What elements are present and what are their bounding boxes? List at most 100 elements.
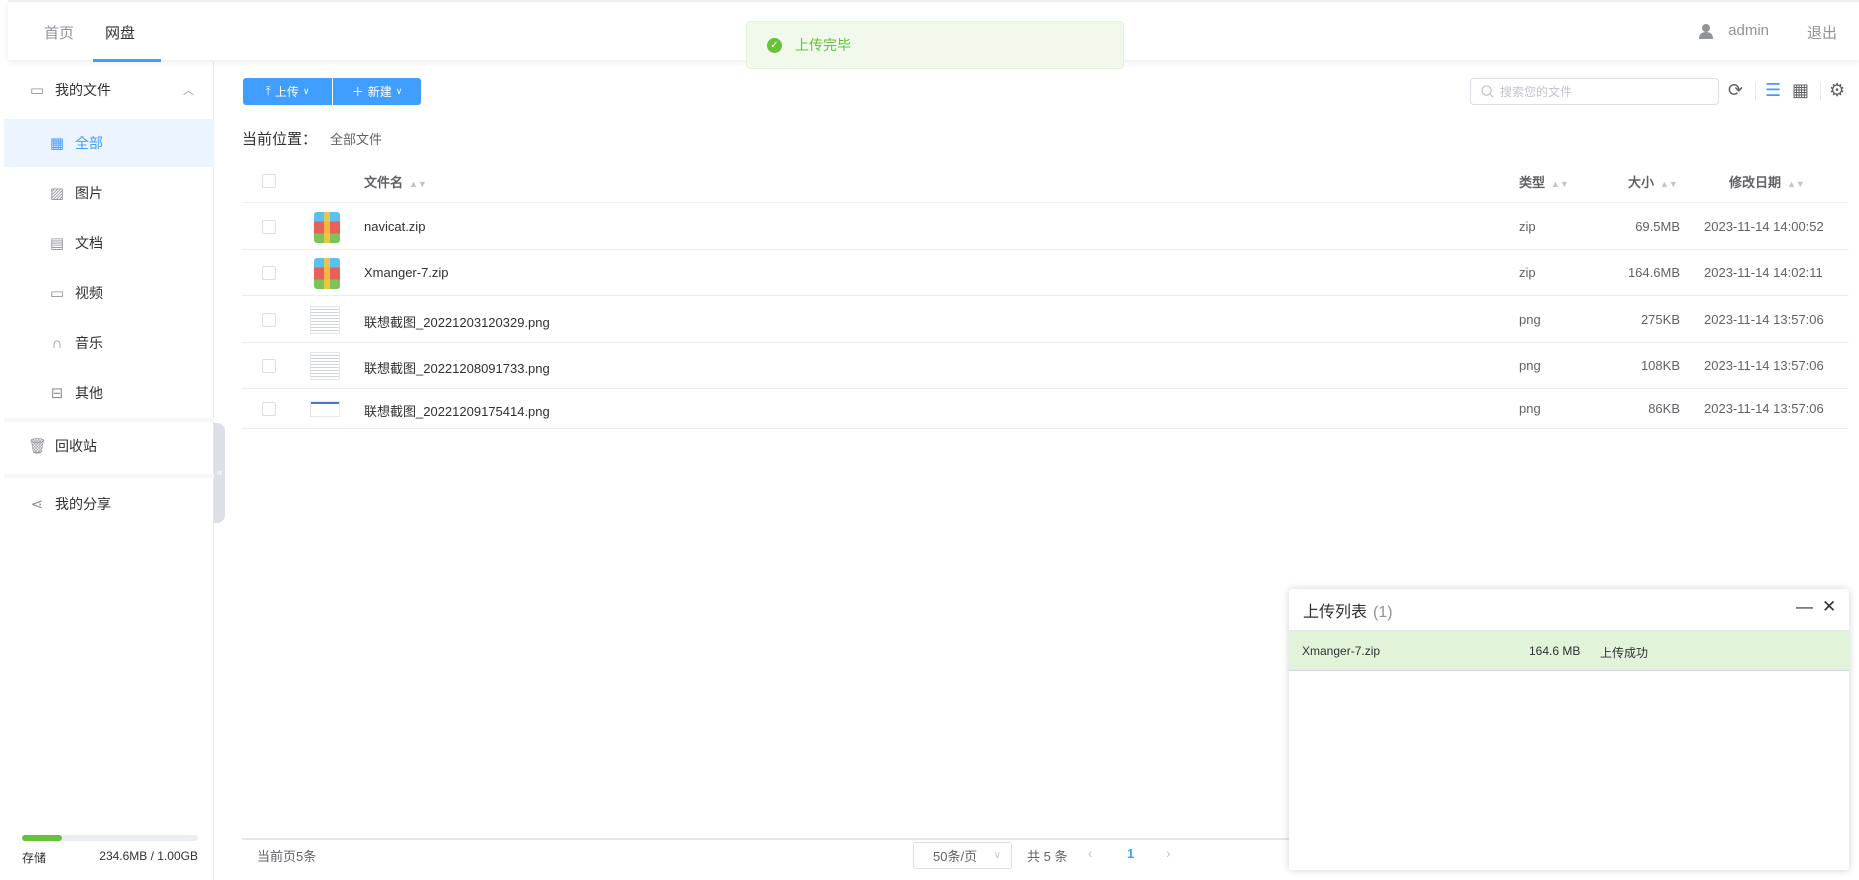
sidebar-item-all[interactable]: ▦ 全部 [4,119,214,167]
sidebar-item-music[interactable]: ∩ 音乐 [4,319,214,367]
file-size: 108KB [1640,358,1680,373]
active-tab-indicator [93,59,161,62]
upload-count: (1) [1373,604,1393,621]
sidebar-collapse-handle[interactable]: « [214,423,225,523]
column-header-size[interactable]: 大小 ▲▼ [1628,172,1678,191]
sidebar-group-label: 我的文件 [55,82,111,98]
sidebar-item-my-share[interactable]: ⋖ 我的分享 [4,480,214,528]
file-name[interactable]: navicat.zip [364,219,425,234]
folder-icon: ▭ [29,82,45,99]
sidebar-item-label: 全部 [75,135,103,151]
sort-icon: ▲▼ [409,179,427,189]
sidebar-item-images[interactable]: ▨ 图片 [4,169,214,217]
file-date: 2023-11-14 13:57:06 [1704,401,1824,416]
storage-label: 存储 [22,851,47,865]
file-size: 275KB [1640,311,1680,327]
search-icon [1481,85,1494,98]
image-thumbnail [310,352,340,380]
close-icon[interactable]: ✕ [1822,597,1836,617]
page-size-value: 50条/页 [933,849,978,864]
search-box[interactable] [1470,78,1719,105]
toast-message: 上传完毕 [795,37,851,53]
breadcrumb-all-files[interactable]: 全部文件 [330,129,382,148]
sidebar: ▭ 我的文件 ︿ ▦ 全部 ▨ 图片 ▤ 文档 ▭ 视频 ∩ 音乐 ⊟ 其他 🗑︎ 回收站 ⋖… [4,62,214,880]
trash-icon: 🗑︎ [28,438,48,455]
select-all-checkbox[interactable] [262,174,276,188]
sort-icon: ▲▼ [1551,179,1569,189]
new-button[interactable]: ＋新建 ∨ [333,78,421,105]
row-checkbox[interactable] [262,312,276,327]
sidebar-group-my-files[interactable]: ▭ 我的文件 ︿ [4,66,214,114]
sidebar-item-label: 其他 [75,385,103,401]
sidebar-item-other[interactable]: ⊟ 其他 [4,369,214,417]
row-checkbox[interactable] [262,266,276,280]
file-date: 2023-11-14 13:57:06 [1704,311,1824,327]
page-number-1[interactable]: 1 [1127,846,1134,861]
row-checkbox[interactable] [262,402,276,416]
file-name[interactable]: Xmanger-7.zip [364,265,449,280]
file-type: zip [1519,265,1536,280]
upload-item-name: Xmanger-7.zip [1302,644,1381,658]
divider [4,474,214,478]
storage-progress-bar [22,835,198,841]
row-checkbox[interactable] [262,219,276,234]
file-name[interactable]: 联想截图_20221209175414.png [364,401,550,420]
chevron-down-icon: ∨ [302,86,310,96]
document-icon: ▤ [49,235,65,252]
column-header-date[interactable]: 修改日期 ▲▼ [1729,172,1805,191]
share-icon: ⋖ [30,496,44,513]
file-date: 2023-11-14 14:02:11 [1704,265,1823,280]
divider [1755,82,1756,100]
check-circle-icon: ✓ [767,37,782,53]
upload-item: Xmanger-7.zip 164.6 MB 上传成功 [1289,630,1849,671]
search-input[interactable] [1500,84,1700,99]
upload-list-panel: 上传列表 (1) — ✕ Xmanger-7.zip 164.6 MB 上传成功 [1289,589,1849,870]
sidebar-item-label: 图片 [75,185,103,201]
chevron-up-icon: ︿ [183,85,194,97]
column-header-type[interactable]: 类型 ▲▼ [1519,172,1569,191]
upload-button[interactable]: ⤒ 上传 ∨ [243,78,332,105]
tab-home[interactable]: 首页 [44,22,74,43]
row-checkbox[interactable] [262,359,276,373]
storage-value: 234.6MB / 1.00GB [99,849,198,863]
settings-gear-icon[interactable]: ⚙ [1829,80,1845,101]
page-size-select[interactable]: 50条/页 ∨ [913,842,1012,869]
sidebar-item-label: 文档 [75,235,103,251]
tab-netdisk[interactable]: 网盘 [105,22,135,43]
video-icon: ▭ [49,285,65,302]
logout-link[interactable]: 退出 [1807,22,1837,43]
new-label: 新建 [367,85,392,99]
username: admin [1728,22,1769,39]
upload-item-status: 上传成功 [1600,646,1649,660]
sidebar-item-recycle-bin[interactable]: 🗑︎ 回收站 [4,422,214,470]
chevron-down-icon: ∨ [993,850,1001,861]
file-type: png [1519,401,1541,416]
plus-icon: ＋ [351,85,364,99]
grid-icon: ▦ [49,135,65,152]
upload-label: 上传 [274,85,299,99]
minimize-icon[interactable]: — [1796,597,1813,617]
prev-page-button[interactable]: ‹ [1088,845,1093,861]
divider [242,838,1292,840]
sidebar-item-videos[interactable]: ▭ 视频 [4,269,214,317]
file-size: 69.5MB [1635,218,1680,234]
file-date: 2023-11-14 13:57:06 [1704,358,1824,373]
zip-file-icon [314,211,340,243]
grid-view-icon[interactable]: ▦ [1792,80,1809,101]
column-header-name[interactable]: 文件名 ▲▼ [364,172,427,191]
file-size: 86KB [1648,401,1680,416]
list-view-icon[interactable]: ☰ [1765,80,1781,101]
file-name[interactable]: 联想截图_20221208091733.png [364,358,550,377]
refresh-icon[interactable]: ⟳ [1728,80,1743,101]
file-name[interactable]: 联想截图_20221203120329.png [364,312,550,331]
sidebar-item-documents[interactable]: ▤ 文档 [4,219,214,267]
double-chevron-left-icon: « [216,467,223,479]
file-type: png [1519,311,1541,327]
user-menu[interactable]: admin [1698,22,1769,39]
headphones-icon: ∩ [51,334,63,352]
file-type: png [1519,358,1541,373]
file-type: zip [1519,218,1536,234]
total-count: 共 5 条 [1027,849,1068,864]
sort-icon: ▲▼ [1787,179,1805,189]
next-page-button[interactable]: › [1166,845,1171,861]
